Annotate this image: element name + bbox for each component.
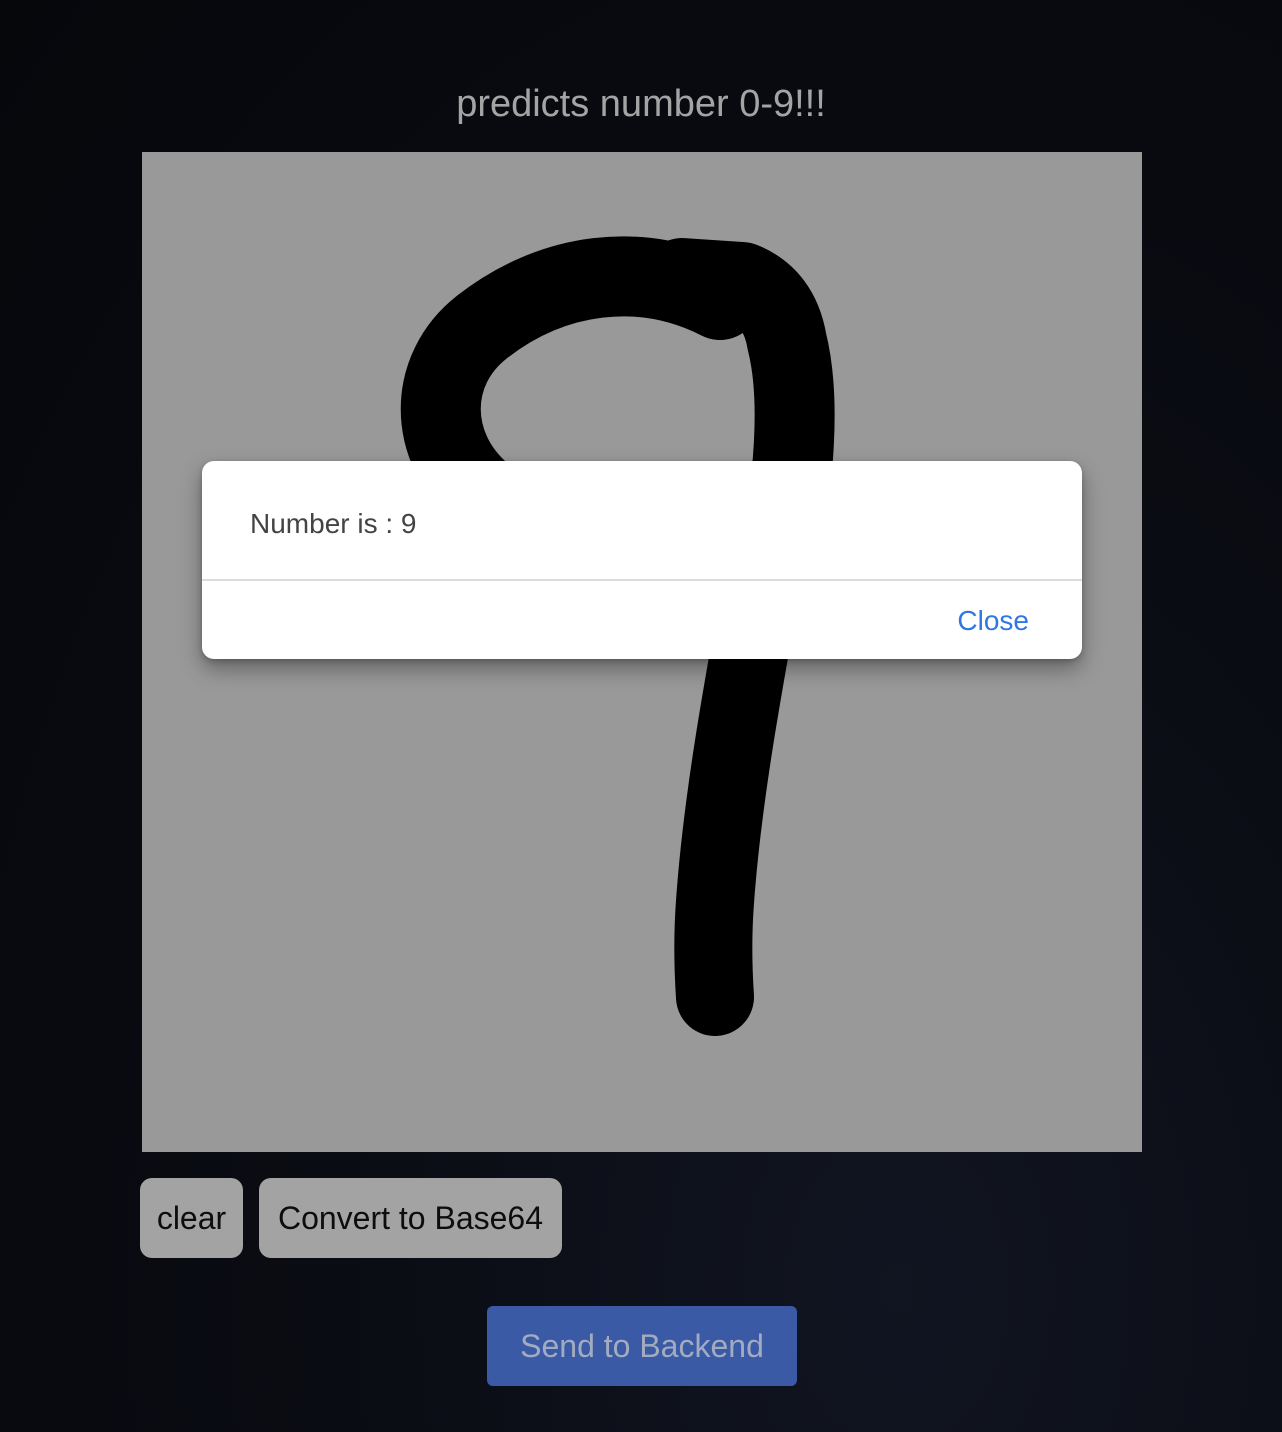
clear-button[interactable]: clear [140,1178,243,1258]
send-to-backend-button[interactable]: Send to Backend [487,1306,797,1386]
convert-base64-button[interactable]: Convert to Base64 [259,1178,562,1258]
app-page: predicts number 0-9!!! clear Convert to … [0,0,1282,1432]
dialog-divider [202,579,1082,581]
prediction-message: Number is : 9 [250,508,417,539]
page-title: predicts number 0-9!!! [456,83,826,125]
close-button[interactable]: Close [957,601,1029,641]
prediction-dialog: Number is : 9 Close [202,461,1082,659]
